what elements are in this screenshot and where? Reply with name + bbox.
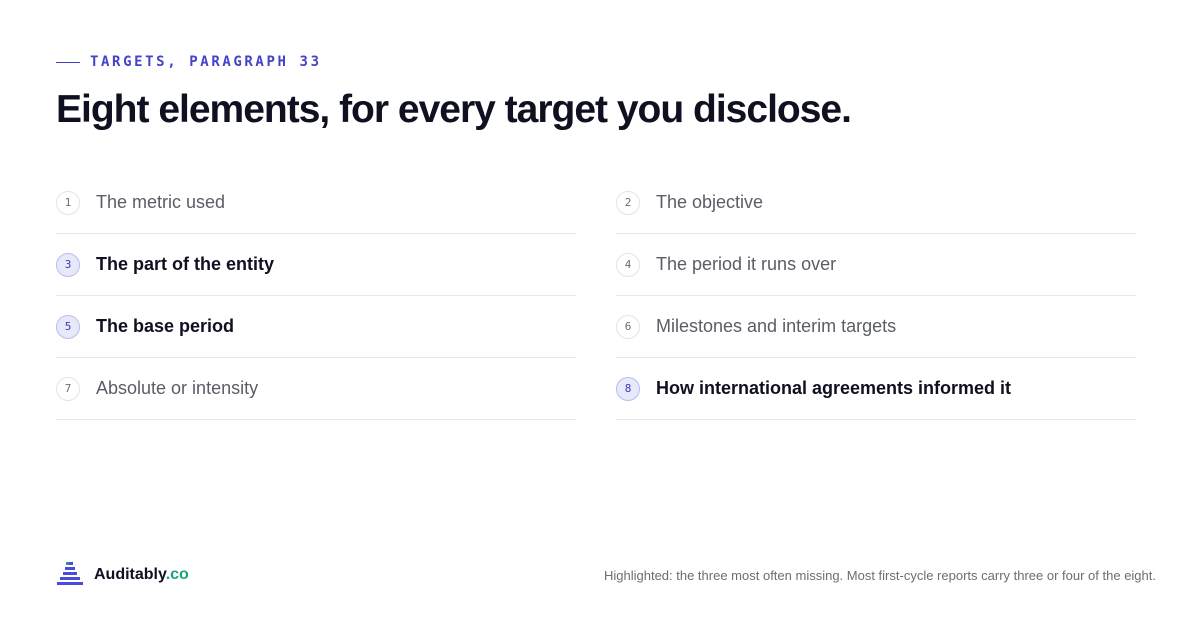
item-number-badge: 5 <box>56 314 80 339</box>
item-number-badge: 6 <box>616 314 640 339</box>
item-label: The objective <box>656 192 764 212</box>
item-label: How international agreements informed it <box>656 378 1012 398</box>
item-label: The period it runs over <box>656 254 837 274</box>
elements-grid: 1 The metric used 2 The objective 3 The … <box>56 172 1136 420</box>
list-item: 5 The base period <box>56 296 576 358</box>
list-item: 4 The period it runs over <box>616 234 1136 296</box>
item-label: The base period <box>96 316 235 336</box>
item-number-badge: 1 <box>56 190 80 215</box>
item-number-badge: 4 <box>616 252 640 277</box>
item-number-badge: 8 <box>616 376 640 401</box>
item-label: Milestones and interim targets <box>656 316 897 336</box>
item-label: Absolute or intensity <box>96 378 259 398</box>
item-label: The metric used <box>96 192 226 212</box>
brand-name-text: Auditably <box>94 566 166 583</box>
list-item: 6 Milestones and interim targets <box>616 296 1136 358</box>
page-title: Eight elements, for every target you dis… <box>56 88 852 131</box>
list-item: 8 How international agreements informed … <box>616 358 1136 420</box>
footer: Auditably.co Highlighted: the three most… <box>56 560 1156 590</box>
item-label: The part of the entity <box>96 254 275 274</box>
brand-tld: .co <box>165 566 189 583</box>
list-item: 7 Absolute or intensity <box>56 358 576 420</box>
eyebrow-text: TARGETS, PARAGRAPH 33 <box>90 54 322 70</box>
list-item: 1 The metric used <box>56 172 576 234</box>
auditably-logo-icon <box>57 562 83 585</box>
eyebrow-rule <box>56 61 80 63</box>
item-number-badge: 7 <box>56 376 80 401</box>
item-number-badge: 2 <box>616 190 640 215</box>
brand: Auditably.co <box>56 561 189 589</box>
footer-note: Highlighted: the three most often missin… <box>603 567 1156 583</box>
list-item: 3 The part of the entity <box>56 234 576 296</box>
list-item: 2 The objective <box>616 172 1136 234</box>
item-number-badge: 3 <box>56 252 80 277</box>
section-eyebrow: TARGETS, PARAGRAPH 33 <box>56 54 322 70</box>
brand-name: Auditably.co <box>94 566 189 584</box>
